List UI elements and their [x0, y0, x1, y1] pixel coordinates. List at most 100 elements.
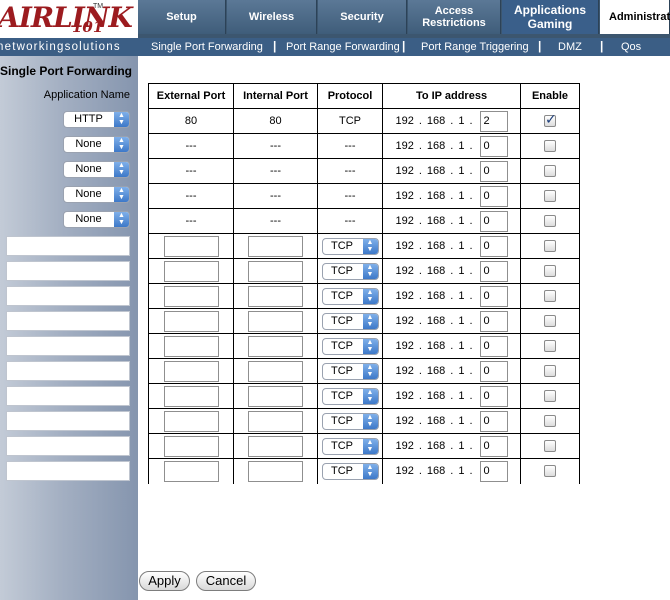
- application-name-input[interactable]: [6, 386, 130, 406]
- application-select[interactable]: HTTP ▲ ▼: [63, 111, 130, 128]
- apply-button[interactable]: Apply: [139, 571, 190, 591]
- application-name-input[interactable]: [6, 411, 130, 431]
- protocol-select[interactable]: TCP ▲ ▼: [321, 387, 379, 405]
- tab-security[interactable]: Security: [318, 0, 407, 34]
- application-select[interactable]: None ▲ ▼: [63, 211, 130, 228]
- application-name-input[interactable]: [6, 261, 130, 281]
- enable-checkbox[interactable]: [544, 190, 556, 203]
- enable-checkbox[interactable]: [544, 340, 556, 353]
- ip-address-cell: 192. 168. 1. 0: [382, 383, 521, 409]
- external-port-input[interactable]: [163, 435, 219, 457]
- external-port-input[interactable]: [163, 235, 219, 257]
- internal-port-input[interactable]: [248, 310, 303, 332]
- subtab-port-range-triggering[interactable]: Port Range Triggering: [421, 38, 529, 56]
- tab-access-restrictions[interactable]: Access Restrictions: [408, 0, 501, 34]
- ip-last-octet-input[interactable]: 0: [479, 435, 508, 457]
- protocol-select[interactable]: TCP ▲ ▼: [321, 362, 379, 380]
- enable-checkbox[interactable]: [544, 240, 556, 253]
- ip-last-octet-input[interactable]: 0: [479, 235, 508, 257]
- enable-checkbox[interactable]: [544, 440, 556, 453]
- ip-last-octet-input[interactable]: 0: [479, 360, 508, 382]
- subtab-qos[interactable]: Qos: [621, 38, 641, 56]
- table-row: 80 80 TCP 192. 168. 1. 2: [148, 108, 580, 134]
- internal-port-input[interactable]: [248, 335, 303, 357]
- enable-checkbox[interactable]: [544, 111, 557, 128]
- enable-checkbox[interactable]: [544, 290, 556, 303]
- tab-setup[interactable]: Setup: [138, 0, 226, 34]
- enable-cell: [520, 283, 580, 309]
- application-name-input[interactable]: [6, 461, 130, 481]
- protocol-select[interactable]: TCP ▲ ▼: [321, 287, 379, 305]
- external-port-input[interactable]: [163, 360, 219, 382]
- internal-port-input[interactable]: [248, 410, 303, 432]
- external-port-input[interactable]: [163, 310, 219, 332]
- enable-checkbox[interactable]: [544, 165, 556, 178]
- internal-port-input[interactable]: [248, 435, 303, 457]
- ip-octet: 168: [426, 315, 446, 327]
- protocol-select[interactable]: TCP ▲ ▼: [321, 237, 379, 255]
- internal-port-cell: [233, 408, 318, 434]
- internal-port-input[interactable]: [248, 260, 303, 282]
- enable-checkbox[interactable]: [544, 365, 556, 378]
- ip-last-octet-input[interactable]: 0: [479, 210, 508, 232]
- protocol-cell: TCP: [317, 108, 383, 134]
- enable-checkbox[interactable]: [544, 265, 556, 278]
- protocol-select[interactable]: TCP ▲ ▼: [321, 412, 379, 430]
- ip-last-octet-input[interactable]: 0: [479, 460, 508, 482]
- application-name-input[interactable]: [6, 236, 130, 256]
- external-port-input[interactable]: [163, 385, 219, 407]
- ip-last-octet-input[interactable]: 2: [479, 110, 508, 132]
- external-port-input[interactable]: [163, 285, 219, 307]
- protocol-select[interactable]: TCP ▲ ▼: [321, 312, 379, 330]
- ip-last-octet-input[interactable]: 0: [479, 260, 508, 282]
- enable-checkbox[interactable]: [544, 215, 556, 228]
- subtab-dmz[interactable]: DMZ: [558, 38, 582, 56]
- internal-port-input[interactable]: [248, 460, 303, 482]
- internal-port-input[interactable]: [248, 360, 303, 382]
- external-port-cell: [148, 308, 234, 334]
- application-select[interactable]: None ▲ ▼: [63, 136, 130, 153]
- tab-wireless[interactable]: Wireless: [227, 0, 317, 34]
- external-port-input[interactable]: [163, 460, 219, 482]
- ip-last-octet-input[interactable]: 0: [479, 135, 508, 157]
- enable-checkbox[interactable]: [544, 140, 556, 153]
- application-name-input[interactable]: [6, 336, 130, 356]
- cancel-button[interactable]: Cancel: [196, 571, 256, 591]
- application-name-input[interactable]: [6, 286, 130, 306]
- application-name-input[interactable]: [6, 436, 130, 456]
- enable-checkbox[interactable]: [544, 315, 556, 328]
- ip-last-octet-input[interactable]: 0: [479, 160, 508, 182]
- subtab-single-port-forwarding[interactable]: Single Port Forwarding: [151, 38, 263, 56]
- tab-applications-gaming[interactable]: Applications Gaming: [502, 0, 599, 34]
- protocol-select[interactable]: TCP ▲ ▼: [321, 437, 379, 455]
- table-row: --- --- --- 192. 168. 1. 0: [148, 133, 580, 159]
- table-row: TCP ▲ ▼ 192. 168. 1. 0: [148, 233, 580, 259]
- ip-last-octet-input[interactable]: 0: [479, 285, 508, 307]
- ip-last-octet-input[interactable]: 0: [479, 310, 508, 332]
- application-name-input[interactable]: [6, 361, 130, 381]
- protocol-select[interactable]: TCP ▲ ▼: [321, 262, 379, 280]
- internal-port-input[interactable]: [248, 385, 303, 407]
- external-port-input[interactable]: [163, 410, 219, 432]
- enable-checkbox[interactable]: [544, 465, 556, 478]
- ip-last-octet-input[interactable]: 0: [479, 185, 508, 207]
- application-select[interactable]: None ▲ ▼: [63, 186, 130, 203]
- ip-last-octet-input[interactable]: 0: [479, 410, 508, 432]
- header-external-port: External Port: [148, 83, 234, 109]
- internal-port-input[interactable]: [248, 285, 303, 307]
- subtab-port-range-forwarding[interactable]: Port Range Forwarding: [286, 38, 400, 56]
- enable-checkbox[interactable]: [544, 415, 556, 428]
- enable-checkbox[interactable]: [544, 390, 556, 403]
- external-port-cell: [148, 283, 234, 309]
- application-select[interactable]: None ▲ ▼: [63, 161, 130, 178]
- tab-administration[interactable]: Administration: [600, 0, 670, 34]
- internal-port-input[interactable]: [248, 235, 303, 257]
- external-port-input[interactable]: [163, 335, 219, 357]
- protocol-select[interactable]: TCP ▲ ▼: [321, 462, 379, 480]
- port-forwarding-table: External Port Internal Port Protocol To …: [148, 83, 580, 484]
- ip-last-octet-input[interactable]: 0: [479, 335, 508, 357]
- external-port-input[interactable]: [163, 260, 219, 282]
- protocol-select[interactable]: TCP ▲ ▼: [321, 337, 379, 355]
- ip-last-octet-input[interactable]: 0: [479, 385, 508, 407]
- application-name-input[interactable]: [6, 311, 130, 331]
